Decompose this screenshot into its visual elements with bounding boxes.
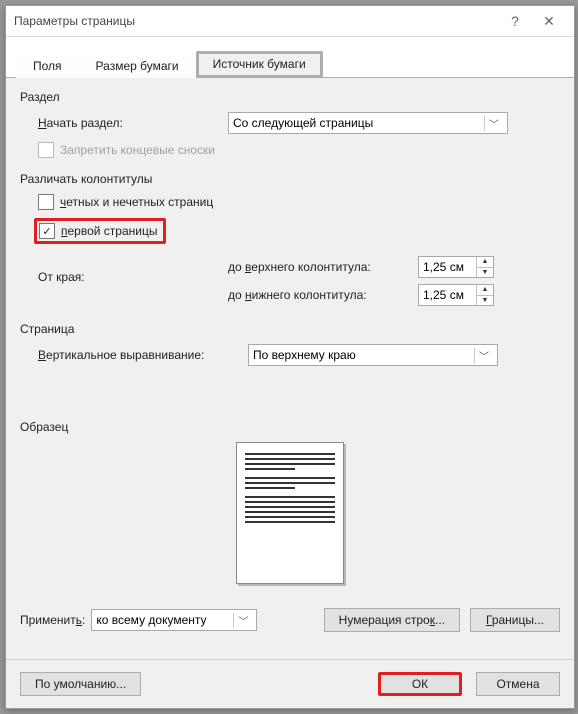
spin-buttons[interactable]: ▲▼ <box>476 285 493 305</box>
ok-button[interactable]: ОК <box>378 672 462 696</box>
page-section-head: Страница <box>20 322 560 336</box>
first-page-label: первой страницы <box>61 224 157 238</box>
tabs: Поля Размер бумаги Источник бумаги <box>6 37 574 77</box>
spin-buttons[interactable]: ▲▼ <box>476 257 493 277</box>
row-start-section: ННачать раздел:ачать раздел: Со следующе… <box>38 112 560 134</box>
combo-value: Со следующей страницы <box>233 116 373 130</box>
cancel-button[interactable]: Отмена <box>476 672 560 696</box>
tab-paper-source[interactable]: Источник бумаги <box>196 51 323 78</box>
row-odd-even: четных и нечетных страниц четных и нечет… <box>38 194 560 210</box>
default-button[interactable]: По умолчанию... <box>20 672 141 696</box>
button-label: Отмена <box>496 677 539 691</box>
section-section-head: Раздел <box>20 90 560 104</box>
headers-section-head: Различать колонтитулы <box>20 172 560 186</box>
spin-value: 1,25 см <box>423 288 464 302</box>
client-area: Раздел ННачать раздел:ачать раздел: Со с… <box>6 77 574 659</box>
tab-label: Размер бумаги <box>96 59 179 73</box>
footer-distance-spinner[interactable]: 1,25 см ▲▼ <box>418 284 494 306</box>
help-button[interactable]: ? <box>498 9 532 33</box>
row-from-edge: От края: до верхнего колонтитула: до вер… <box>38 256 560 306</box>
button-label: ОК <box>412 677 428 691</box>
first-page-checkbox[interactable]: ✓ <box>39 223 55 239</box>
line-numbers-button[interactable]: Нумерация строк... Нумерация строк... <box>324 608 460 632</box>
combo-value: ко всему документу <box>96 613 206 627</box>
row-valign: Вертикальное выравнивание: Вертикальное … <box>38 344 560 366</box>
row-first-page: ✓ первой страницы первой страницы <box>34 218 560 244</box>
valign-combo[interactable]: По верхнему краю ﹀ <box>248 344 498 366</box>
chevron-down-icon: ﹀ <box>484 116 503 131</box>
start-section-label: ННачать раздел:ачать раздел: <box>38 116 228 130</box>
titlebar: Параметры страницы ? ✕ <box>6 6 574 37</box>
chevron-down-icon: ﹀ <box>474 348 493 363</box>
apply-row: Применить: Применить: ко всему документу… <box>20 608 560 632</box>
button-label: Нумерация строк... <box>339 613 445 627</box>
tab-label: Источник бумаги <box>213 57 306 71</box>
start-section-combo[interactable]: Со следующей страницы ﹀ <box>228 112 508 134</box>
tab-margins[interactable]: Поля <box>16 54 79 78</box>
apply-label: Применить: <box>20 613 85 627</box>
preview-page <box>236 442 344 584</box>
apply-combo[interactable]: ко всему документу ﹀ <box>91 609 257 631</box>
borders-button[interactable]: Границы... Границы... <box>470 608 560 632</box>
dialog-footer: По умолчанию... ОК Отмена <box>6 659 574 708</box>
odd-even-label: четных и нечетных страниц <box>60 195 213 209</box>
suppress-endnotes-checkbox <box>38 142 54 158</box>
page-setup-dialog: Параметры страницы ? ✕ Поля Размер бумаг… <box>5 5 575 709</box>
row-suppress-endnotes: Запретить концевые сноски <box>38 142 560 158</box>
button-label: По умолчанию... <box>35 677 126 691</box>
suppress-endnotes-label: Запретить концевые сноски <box>60 143 215 157</box>
odd-even-checkbox[interactable] <box>38 194 54 210</box>
spin-value: 1,25 см <box>423 260 464 274</box>
combo-value: По верхнему краю <box>253 348 356 362</box>
chevron-down-icon: ﹀ <box>233 613 252 628</box>
preview-section-head: Образец <box>20 420 560 434</box>
tab-label: Поля <box>33 59 62 73</box>
window-title: Параметры страницы <box>14 14 498 28</box>
close-button[interactable]: ✕ <box>532 9 566 33</box>
header-distance-label: до верхнего колонтитула: <box>228 260 418 274</box>
header-distance-spinner[interactable]: 1,25 см ▲▼ <box>418 256 494 278</box>
footer-distance-label: до нижнего колонтитула: <box>228 288 418 302</box>
valign-label: Вертикальное выравнивание: <box>38 348 248 362</box>
from-edge-label: От края: <box>38 256 228 284</box>
button-label: Границы... <box>486 613 544 627</box>
tab-paper-size[interactable]: Размер бумаги <box>79 54 196 78</box>
